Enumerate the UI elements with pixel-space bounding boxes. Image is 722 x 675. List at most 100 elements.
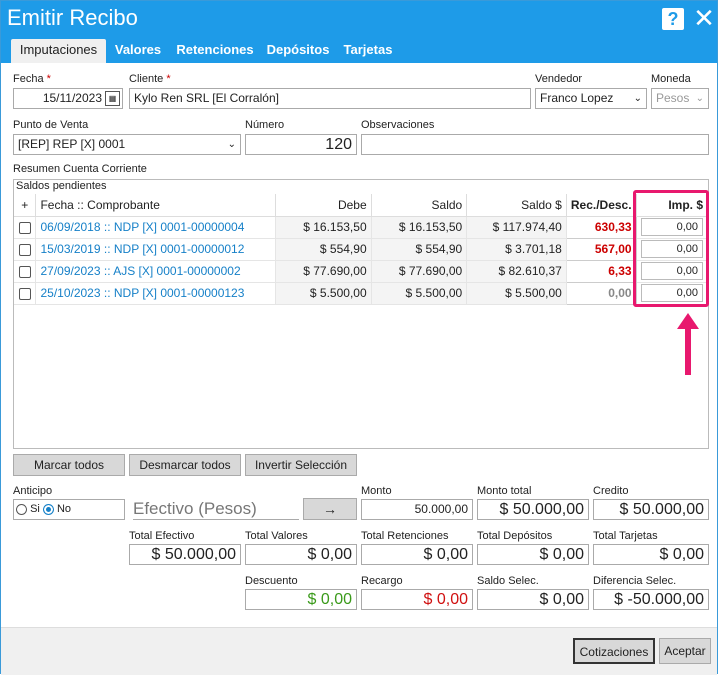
table-row[interactable]: 27/09/2023 :: AJS [X] 0001-00000002 $ 77… — [14, 259, 709, 283]
col-add[interactable]: + — [14, 194, 37, 217]
credito-label: Credito — [593, 485, 629, 497]
calendar-icon[interactable]: ▦ — [105, 91, 120, 106]
vendedor-select[interactable]: Franco Lopez ⌄ — [535, 88, 647, 109]
observaciones-label: Observaciones — [361, 119, 435, 131]
tab-depositos[interactable]: Depósitos — [263, 39, 333, 63]
comprobante-link[interactable]: 06/09/2018 :: NDP [X] 0001-00000004 — [35, 216, 277, 239]
rec-desc-input[interactable]: 6,33 — [565, 259, 637, 283]
monto-field[interactable]: 50.000,00 — [361, 499, 473, 520]
monto-total-label: Monto total — [477, 485, 532, 497]
imp-column-highlight — [633, 190, 709, 307]
cliente-label: Cliente * — [129, 73, 171, 85]
anticipo-no-label: No — [56, 503, 72, 515]
anticipo-no-radio[interactable] — [42, 503, 54, 515]
tab-bar: Imputaciones Valores Retenciones Depósit… — [1, 39, 717, 63]
table-row[interactable]: 25/10/2023 :: NDP [X] 0001-00000123 $ 5.… — [14, 281, 709, 305]
descuento-label: Descuento — [245, 575, 298, 587]
saldo-cell: $ 16.153,50 — [371, 216, 468, 239]
col-rec-desc[interactable]: Rec./Desc. — [566, 194, 637, 217]
cliente-field[interactable]: Kylo Ren SRL [El Corralón] — [129, 88, 531, 109]
observaciones-field[interactable] — [361, 134, 709, 155]
total-efectivo-field: $ 50.000,00 — [129, 544, 241, 565]
saldo-pesos-cell: $ 117.974,40 — [466, 216, 567, 239]
punto-venta-label: Punto de Venta — [13, 119, 89, 131]
monto-total-field: $ 50.000,00 — [477, 499, 589, 520]
saldos-table: + Fecha :: Comprobante Debe Saldo Saldo … — [14, 194, 709, 305]
total-tarjetas-field: $ 0,00 — [593, 544, 709, 565]
chevron-down-icon: ⌄ — [695, 93, 704, 104]
saldo-selec-field: $ 0,00 — [477, 589, 589, 610]
credito-field: $ 50.000,00 — [593, 499, 709, 520]
close-icon[interactable]: ✕ — [693, 5, 715, 31]
row-checkbox[interactable] — [18, 265, 31, 278]
chevron-down-icon: ⌄ — [227, 139, 236, 150]
saldo-pesos-cell: $ 3.701,18 — [466, 238, 567, 261]
saldo-cell: $ 77.690,00 — [371, 260, 468, 283]
rec-desc-input[interactable]: 630,33 — [565, 215, 637, 239]
fecha-value: 15/11/2023 — [42, 91, 102, 105]
moneda-label: Moneda — [651, 73, 691, 85]
comprobante-link[interactable]: 27/09/2023 :: AJS [X] 0001-00000002 — [35, 260, 277, 283]
anticipo-si-radio[interactable] — [16, 503, 27, 515]
rec-desc-input[interactable]: 0,00 — [565, 281, 637, 305]
comprobante-link[interactable]: 25/10/2023 :: NDP [X] 0001-00000123 — [35, 282, 277, 305]
total-retenciones-label: Total Retenciones — [361, 530, 449, 542]
recargo-field: $ 0,00 — [361, 589, 473, 610]
saldo-cell: $ 554,90 — [371, 238, 468, 261]
tab-imputaciones[interactable]: Imputaciones — [11, 39, 106, 63]
desmarcar-todos-button[interactable]: Desmarcar todos — [129, 454, 241, 476]
col-debe[interactable]: Debe — [275, 194, 372, 217]
resumen-cuenta-label: Resumen Cuenta Corriente — [13, 163, 147, 175]
diferencia-selec-label: Diferencia Selec. — [593, 575, 677, 587]
total-retenciones-field: $ 0,00 — [361, 544, 473, 565]
saldo-pesos-cell: $ 5.500,00 — [466, 282, 567, 305]
col-saldo[interactable]: Saldo — [371, 194, 468, 217]
row-checkbox[interactable] — [18, 287, 31, 300]
window-title: Emitir Recibo — [7, 5, 138, 30]
col-comprobante[interactable]: Fecha :: Comprobante — [35, 194, 277, 217]
chevron-down-icon: ⌄ — [633, 93, 642, 104]
total-depositos-label: Total Depósitos — [477, 530, 553, 542]
aceptar-button[interactable]: Aceptar — [659, 638, 711, 664]
transfer-arrow-button[interactable]: → — [303, 498, 357, 520]
diferencia-selec-field: $ -50.000,00 — [593, 589, 709, 610]
anticipo-si-label: Si — [30, 503, 40, 515]
anticipo-radio-group: Si No — [13, 499, 125, 520]
fecha-label: Fecha * — [13, 73, 51, 85]
fecha-field[interactable]: 15/11/2023 ▦ — [13, 88, 123, 109]
debe-cell: $ 5.500,00 — [275, 282, 372, 305]
total-depositos-field: $ 0,00 — [477, 544, 589, 565]
help-icon[interactable]: ? — [662, 8, 684, 30]
moneda-select[interactable]: Pesos ⌄ — [651, 88, 709, 109]
saldos-pendientes-label: Saldos pendientes — [16, 180, 107, 192]
row-checkbox[interactable] — [18, 243, 31, 256]
table-row[interactable]: 15/03/2019 :: NDP [X] 0001-00000012 $ 55… — [14, 237, 709, 261]
recargo-label: Recargo — [361, 575, 403, 587]
saldo-cell: $ 5.500,00 — [371, 282, 468, 305]
tab-tarjetas[interactable]: Tarjetas — [339, 39, 397, 63]
descuento-field: $ 0,00 — [245, 589, 357, 610]
punto-venta-select[interactable]: [REP] REP [X] 0001 ⌄ — [13, 134, 241, 155]
vendedor-label: Vendedor — [535, 73, 583, 85]
saldo-selec-label: Saldo Selec. — [477, 575, 539, 587]
tab-retenciones[interactable]: Retenciones — [173, 39, 257, 63]
comprobante-link[interactable]: 15/03/2019 :: NDP [X] 0001-00000012 — [35, 238, 277, 261]
total-tarjetas-label: Total Tarjetas — [593, 530, 658, 542]
debe-cell: $ 77.690,00 — [275, 260, 372, 283]
table-header-row: + Fecha :: Comprobante Debe Saldo Saldo … — [14, 194, 709, 217]
numero-field[interactable]: 120 — [245, 134, 357, 155]
saldos-grid: Saldos pendientes + Fecha :: Comprobante… — [13, 179, 709, 449]
anticipo-label: Anticipo — [13, 485, 53, 497]
row-checkbox[interactable] — [18, 221, 31, 234]
monto-label: Monto — [361, 485, 392, 497]
col-saldo-pesos[interactable]: Saldo $ — [466, 194, 567, 217]
total-valores-label: Total Valores — [245, 530, 308, 542]
table-row[interactable]: 06/09/2018 :: NDP [X] 0001-00000004 $ 16… — [14, 215, 709, 239]
invertir-seleccion-button[interactable]: Invertir Selección — [245, 454, 357, 476]
rec-desc-input[interactable]: 567,00 — [565, 237, 637, 261]
tab-valores[interactable]: Valores — [109, 39, 167, 63]
total-efectivo-label: Total Efectivo — [129, 530, 195, 542]
cotizaciones-button[interactable]: Cotizaciones — [573, 638, 655, 664]
marcar-todos-button[interactable]: Marcar todos — [13, 454, 125, 476]
saldo-pesos-cell: $ 82.610,37 — [466, 260, 567, 283]
